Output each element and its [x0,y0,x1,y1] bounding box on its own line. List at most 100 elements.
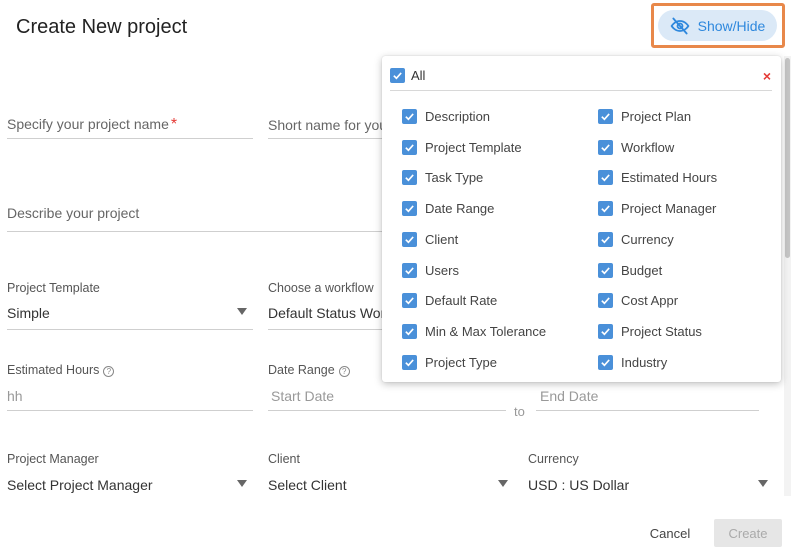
option-label: Default Rate [425,293,498,309]
option-left-3[interactable]: Date Range [402,201,495,217]
option-label: Project Plan [621,109,692,124]
check-icon[interactable] [598,139,613,155]
check-icon[interactable] [598,201,613,217]
show-hide-panel: All × Description Project Template Task Ty… [382,56,781,382]
workflow-value: Default Status Wor [268,305,382,321]
short-name-underline [268,138,382,139]
option-left-2[interactable]: Task Type [402,170,483,186]
project-name-field[interactable]: Specify your project name * [7,112,253,140]
description-underline [7,231,382,232]
option-left-8[interactable]: Project Type [402,354,497,370]
check-icon[interactable] [598,170,613,186]
check-icon[interactable] [402,323,417,339]
currency-value: USD : US Dollar [528,477,630,493]
panel-divider [390,90,772,91]
option-left-7[interactable]: Min & Max Tolerance [402,323,547,339]
show-hide-button[interactable]: Show/Hide [658,10,777,41]
option-left-1[interactable]: Project Template [402,139,522,155]
page-title: Create New project [16,16,188,38]
close-icon[interactable]: × [763,68,771,84]
project-manager-value: Select Project Manager [7,477,153,493]
scrollbar-thumb[interactable] [785,58,790,258]
currency-select[interactable]: Currency USD : US Dollar [528,452,774,493]
start-date-placeholder: Start Date [271,388,335,404]
client-label: Client [268,452,300,466]
option-left-4[interactable]: Client [402,231,459,247]
estimated-hours-underline [7,410,253,411]
project-name-underline [7,138,253,139]
check-icon[interactable] [598,109,613,124]
estimated-hours-placeholder: hh [7,388,23,404]
estimated-hours-label: Estimated Hours [7,363,100,377]
project-template-label: Project Template [7,281,100,295]
option-label: Budget [621,262,663,278]
caret-down-icon [758,480,768,487]
workflow-label: Choose a workflow [268,281,374,295]
option-right-7[interactable]: Project Status [598,323,702,339]
select-all-label: All [411,68,426,83]
option-left-5[interactable]: Users [402,262,459,278]
show-hide-label: Show/Hide [697,17,766,34]
option-right-0[interactable]: Project Plan [598,109,691,124]
option-right-5[interactable]: Budget [598,262,663,278]
project-template-underline [7,329,253,330]
page-scrollbar[interactable] [784,56,791,496]
option-right-3[interactable]: Project Manager [598,201,717,217]
check-icon[interactable] [598,354,613,370]
option-label: Date Range [425,201,495,217]
option-label: Estimated Hours [621,170,718,186]
check-icon[interactable] [598,293,613,309]
description-placeholder: Describe your project [7,205,140,221]
project-name-placeholder: Specify your project name [7,116,169,132]
option-label: Description [425,109,491,124]
caret-down-icon [498,480,508,487]
short-name-placeholder: Short name for you [268,117,382,133]
option-label: Client [425,231,459,247]
workflow-select[interactable]: Choose a workflow Default Status Wor [268,281,382,331]
check-icon[interactable] [390,68,405,83]
option-right-2[interactable]: Estimated Hours [598,170,718,186]
check-icon[interactable] [402,293,417,309]
option-label: Industry [621,354,668,370]
short-name-field[interactable]: Short name for you [268,112,382,140]
option-right-1[interactable]: Workflow [598,139,674,155]
project-manager-select[interactable]: Project Manager Select Project Manager [7,452,253,493]
end-date-underline [536,410,759,411]
option-left-0[interactable]: Description [402,109,490,124]
option-right-8[interactable]: Industry [598,354,668,370]
project-template-select[interactable]: Project Template Simple [7,281,253,331]
workflow-underline [268,329,382,330]
date-range-label-wrap: Date Range? [268,363,382,383]
show-hide-highlight: Show/Hide [651,3,785,48]
client-select[interactable]: Client Select Client [268,452,514,493]
option-label: Project Manager [621,201,717,217]
eye-slash-icon [670,17,690,34]
select-all-option[interactable]: All [390,68,425,83]
check-icon[interactable] [402,354,417,370]
check-icon[interactable] [402,231,417,247]
check-icon[interactable] [402,139,417,155]
required-mark: * [170,116,178,133]
check-icon[interactable] [402,201,417,217]
option-label: Cost Appr [621,293,679,309]
start-date-input[interactable]: Start Date [268,386,506,412]
client-value: Select Client [268,477,347,493]
option-left-6[interactable]: Default Rate [402,293,498,309]
description-field[interactable]: Describe your project [7,204,382,232]
create-button[interactable]: Create [714,519,782,547]
check-icon[interactable] [402,170,417,186]
check-icon[interactable] [598,231,613,247]
check-icon[interactable] [402,262,417,278]
option-right-6[interactable]: Cost Appr [598,293,679,309]
start-date-underline [268,410,506,411]
option-label: Project Template [425,139,522,155]
end-date-input[interactable]: End Date [536,386,759,412]
option-right-4[interactable]: Currency [598,231,674,247]
check-icon[interactable] [598,262,613,278]
check-icon[interactable] [598,323,613,339]
check-icon[interactable] [402,109,417,124]
caret-down-icon [237,308,247,315]
cancel-button[interactable]: Cancel [640,519,700,547]
option-label: Min & Max Tolerance [425,323,547,339]
estimated-hours-field[interactable]: Estimated Hours? hh [7,363,253,413]
